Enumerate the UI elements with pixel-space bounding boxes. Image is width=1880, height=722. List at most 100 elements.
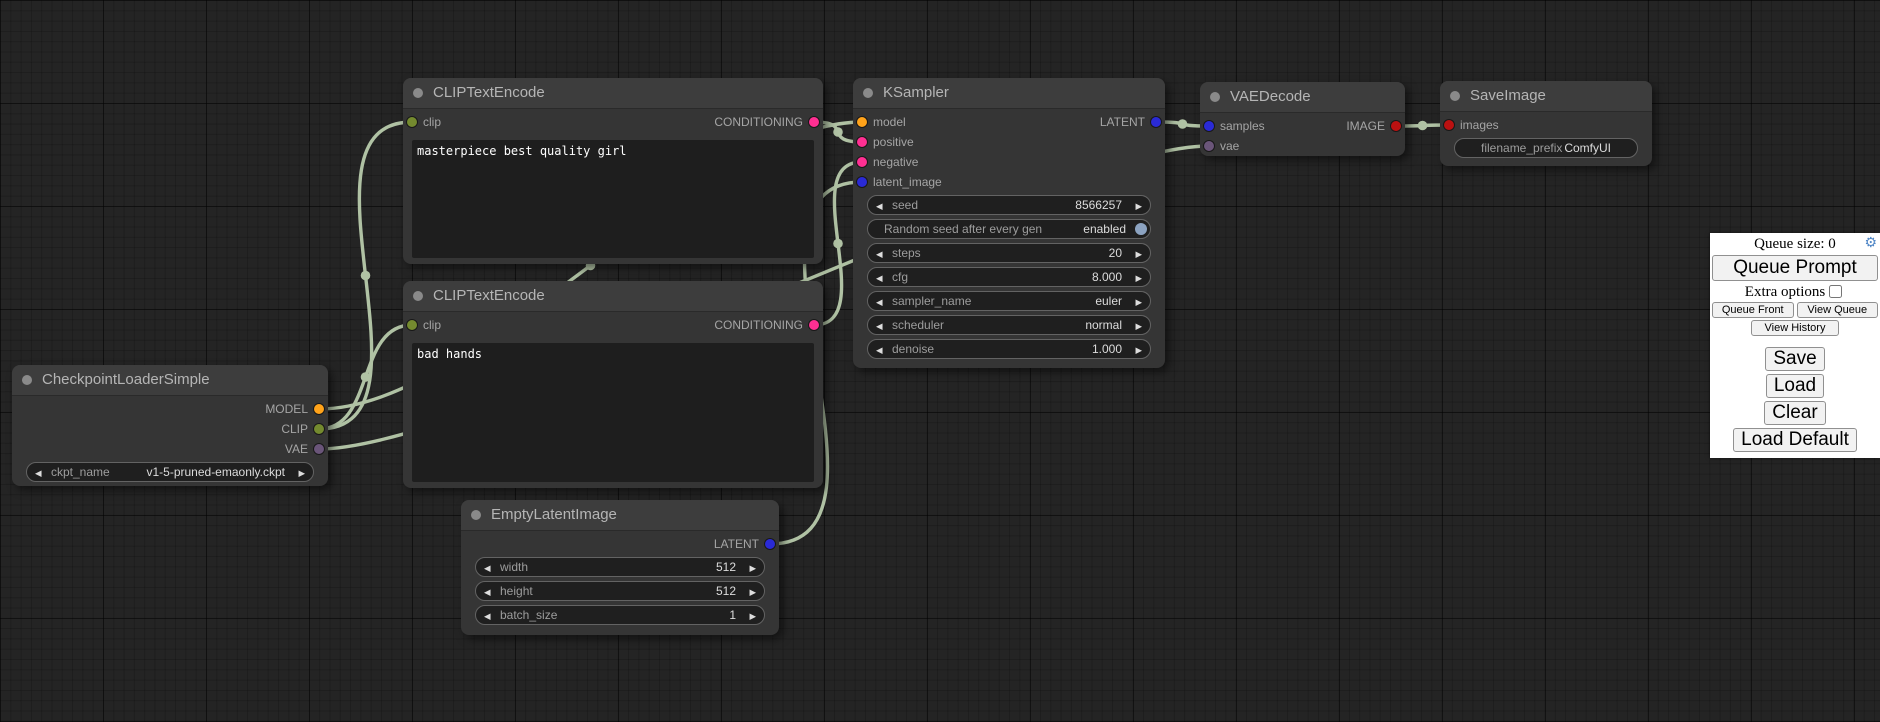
widget-increment-icon[interactable]: ▶ [749,559,756,577]
toggle-dot-icon[interactable] [1135,223,1147,235]
widget-increment-icon[interactable]: ▶ [1135,317,1142,335]
comfyui-app: { "canvas": { "bg_color": "#242424", "wi… [0,0,1880,722]
node-collapse-dot[interactable] [413,88,423,98]
output-port-LATENT-icon[interactable] [765,539,775,549]
node-title-bar[interactable]: SaveImage [1440,81,1652,111]
widget-increment-icon[interactable]: ▶ [1135,269,1142,287]
widget-value: v1-5-pruned-emaonly.ckpt [146,463,285,482]
input-label: negative [873,152,918,172]
widget-decrement-icon[interactable]: ◀ [876,341,883,359]
widget-increment-icon[interactable]: ▶ [1135,293,1142,311]
settings-gear-icon[interactable]: ⚙ [1864,235,1877,253]
node-collapse-dot[interactable] [471,510,481,520]
graph-canvas[interactable]: CheckpointLoaderSimple MODEL CLIP VAE ◀ … [0,0,1880,722]
output-port-IMAGE-icon[interactable] [1391,121,1401,131]
load-button[interactable]: Load [1766,374,1824,398]
widget-height[interactable]: ◀ height 512 ▶ [475,581,765,601]
node-empty-latent-image[interactable]: EmptyLatentImage LATENT ◀ width 512 ▶ ◀ h… [461,500,779,635]
widget-width[interactable]: ◀ width 512 ▶ [475,557,765,577]
output-slot-LATENT: LATENT [461,534,779,554]
input-label: images [1460,115,1499,135]
input-port-negative-icon[interactable] [857,157,867,167]
save-button[interactable]: Save [1765,347,1824,371]
extra-options-checkbox[interactable] [1829,285,1842,298]
queue-prompt-button[interactable]: Queue Prompt [1712,255,1878,281]
widget-sampler-name[interactable]: ◀ sampler_name euler ▶ [867,291,1151,311]
node-ksampler[interactable]: KSampler model positive negative latent_… [853,78,1165,368]
widget-increment-icon[interactable]: ▶ [749,583,756,601]
output-slot-MODEL: MODEL [12,399,328,419]
widget-decrement-icon[interactable]: ◀ [876,245,883,263]
input-slot-negative: negative [853,152,1165,172]
input-slot-latent_image: latent_image [853,172,1165,192]
clear-button[interactable]: Clear [1764,401,1825,425]
node-title-bar[interactable]: VAEDecode [1200,82,1405,112]
widget-denoise[interactable]: ◀ denoise 1.000 ▶ [867,339,1151,359]
input-port-vae-icon[interactable] [1204,141,1214,151]
widget-decrement-icon[interactable]: ◀ [876,317,883,335]
node-collapse-dot[interactable] [1450,91,1460,101]
node-title-bar[interactable]: KSampler [853,78,1165,108]
widget-label: Random seed after every gen [884,220,1042,239]
output-label: CONDITIONING [714,315,803,335]
queue-front-button[interactable]: Queue Front [1712,302,1794,318]
node-collapse-dot[interactable] [863,88,873,98]
widget-increment-icon[interactable]: ▶ [1135,341,1142,359]
node-title-bar[interactable]: CLIPTextEncode [403,78,823,108]
output-label: CLIP [281,419,308,439]
widget-ckpt-name[interactable]: ◀ ckpt_name v1-5-pruned-emaonly.ckpt ▶ [26,462,314,482]
node-collapse-dot[interactable] [413,291,423,301]
widget-seed[interactable]: ◀ seed 8566257 ▶ [867,195,1151,215]
widget-decrement-icon[interactable]: ◀ [484,583,491,601]
widget-steps[interactable]: ◀ steps 20 ▶ [867,243,1151,263]
widget-cfg[interactable]: ◀ cfg 8.000 ▶ [867,267,1151,287]
widget-decrement-icon[interactable]: ◀ [876,197,883,215]
widget-value: 8.000 [1092,268,1122,287]
output-port-CLIP-icon[interactable] [314,424,324,434]
input-label: vae [1220,136,1239,156]
widget-increment-icon[interactable]: ▶ [1135,197,1142,215]
node-vae-decode[interactable]: VAEDecode samples vae IMAGE [1200,82,1405,156]
view-queue-button[interactable]: View Queue [1797,302,1879,318]
node-checkpoint-loader[interactable]: CheckpointLoaderSimple MODEL CLIP VAE ◀ … [12,365,328,486]
output-port-CONDITIONING-icon[interactable] [809,117,819,127]
widget-decrement-icon[interactable]: ◀ [876,293,883,311]
view-history-button[interactable]: View History [1751,320,1839,336]
node-title-bar[interactable]: CLIPTextEncode [403,281,823,311]
output-port-LATENT-icon[interactable] [1151,117,1161,127]
widget-increment-icon[interactable]: ▶ [1135,245,1142,263]
widget-increment-icon[interactable]: ▶ [749,607,756,625]
node-title-bar[interactable]: CheckpointLoaderSimple [12,365,328,395]
prompt-textarea[interactable]: masterpiece best quality girl [412,140,814,258]
widget-label: steps [892,244,921,263]
extra-options-label: Extra options [1745,284,1825,300]
widget-decrement-icon[interactable]: ◀ [484,559,491,577]
prompt-textarea[interactable]: bad hands [412,343,814,482]
widget-decrement-icon[interactable]: ◀ [484,607,491,625]
widget-value: 512 [716,582,736,601]
output-port-MODEL-icon[interactable] [314,404,324,414]
input-port-positive-icon[interactable] [857,137,867,147]
node-save-image[interactable]: SaveImage images filename_prefix ComfyUI [1440,81,1652,166]
node-clip-text-encode-negative[interactable]: CLIPTextEncode clip CONDITIONING bad han… [403,281,823,488]
widget-value: normal [1085,316,1122,335]
output-port-VAE-icon[interactable] [314,444,324,454]
queue-size-label: Queue size: 0 [1754,236,1836,252]
node-collapse-dot[interactable] [1210,92,1220,102]
node-title-bar[interactable]: EmptyLatentImage [461,500,779,530]
input-port-latent_image-icon[interactable] [857,177,867,187]
load-default-button[interactable]: Load Default [1733,428,1857,452]
node-collapse-dot[interactable] [22,375,32,385]
widget-random-seed-after-every-gen[interactable]: Random seed after every gen enabled [867,219,1151,239]
input-port-images-icon[interactable] [1444,120,1454,130]
widget-value: 20 [1109,244,1122,263]
widget-batch-size[interactable]: ◀ batch_size 1 ▶ [475,605,765,625]
widget-increment-icon[interactable]: ▶ [298,464,305,482]
widget-filename-prefix[interactable]: filename_prefix ComfyUI [1454,138,1638,158]
output-port-CONDITIONING-icon[interactable] [809,320,819,330]
widget-decrement-icon[interactable]: ◀ [35,464,42,482]
widget-decrement-icon[interactable]: ◀ [876,269,883,287]
widget-scheduler[interactable]: ◀ scheduler normal ▶ [867,315,1151,335]
node-clip-text-encode-positive[interactable]: CLIPTextEncode clip CONDITIONING masterp… [403,78,823,264]
output-slot-IMAGE: IMAGE [1200,116,1405,136]
